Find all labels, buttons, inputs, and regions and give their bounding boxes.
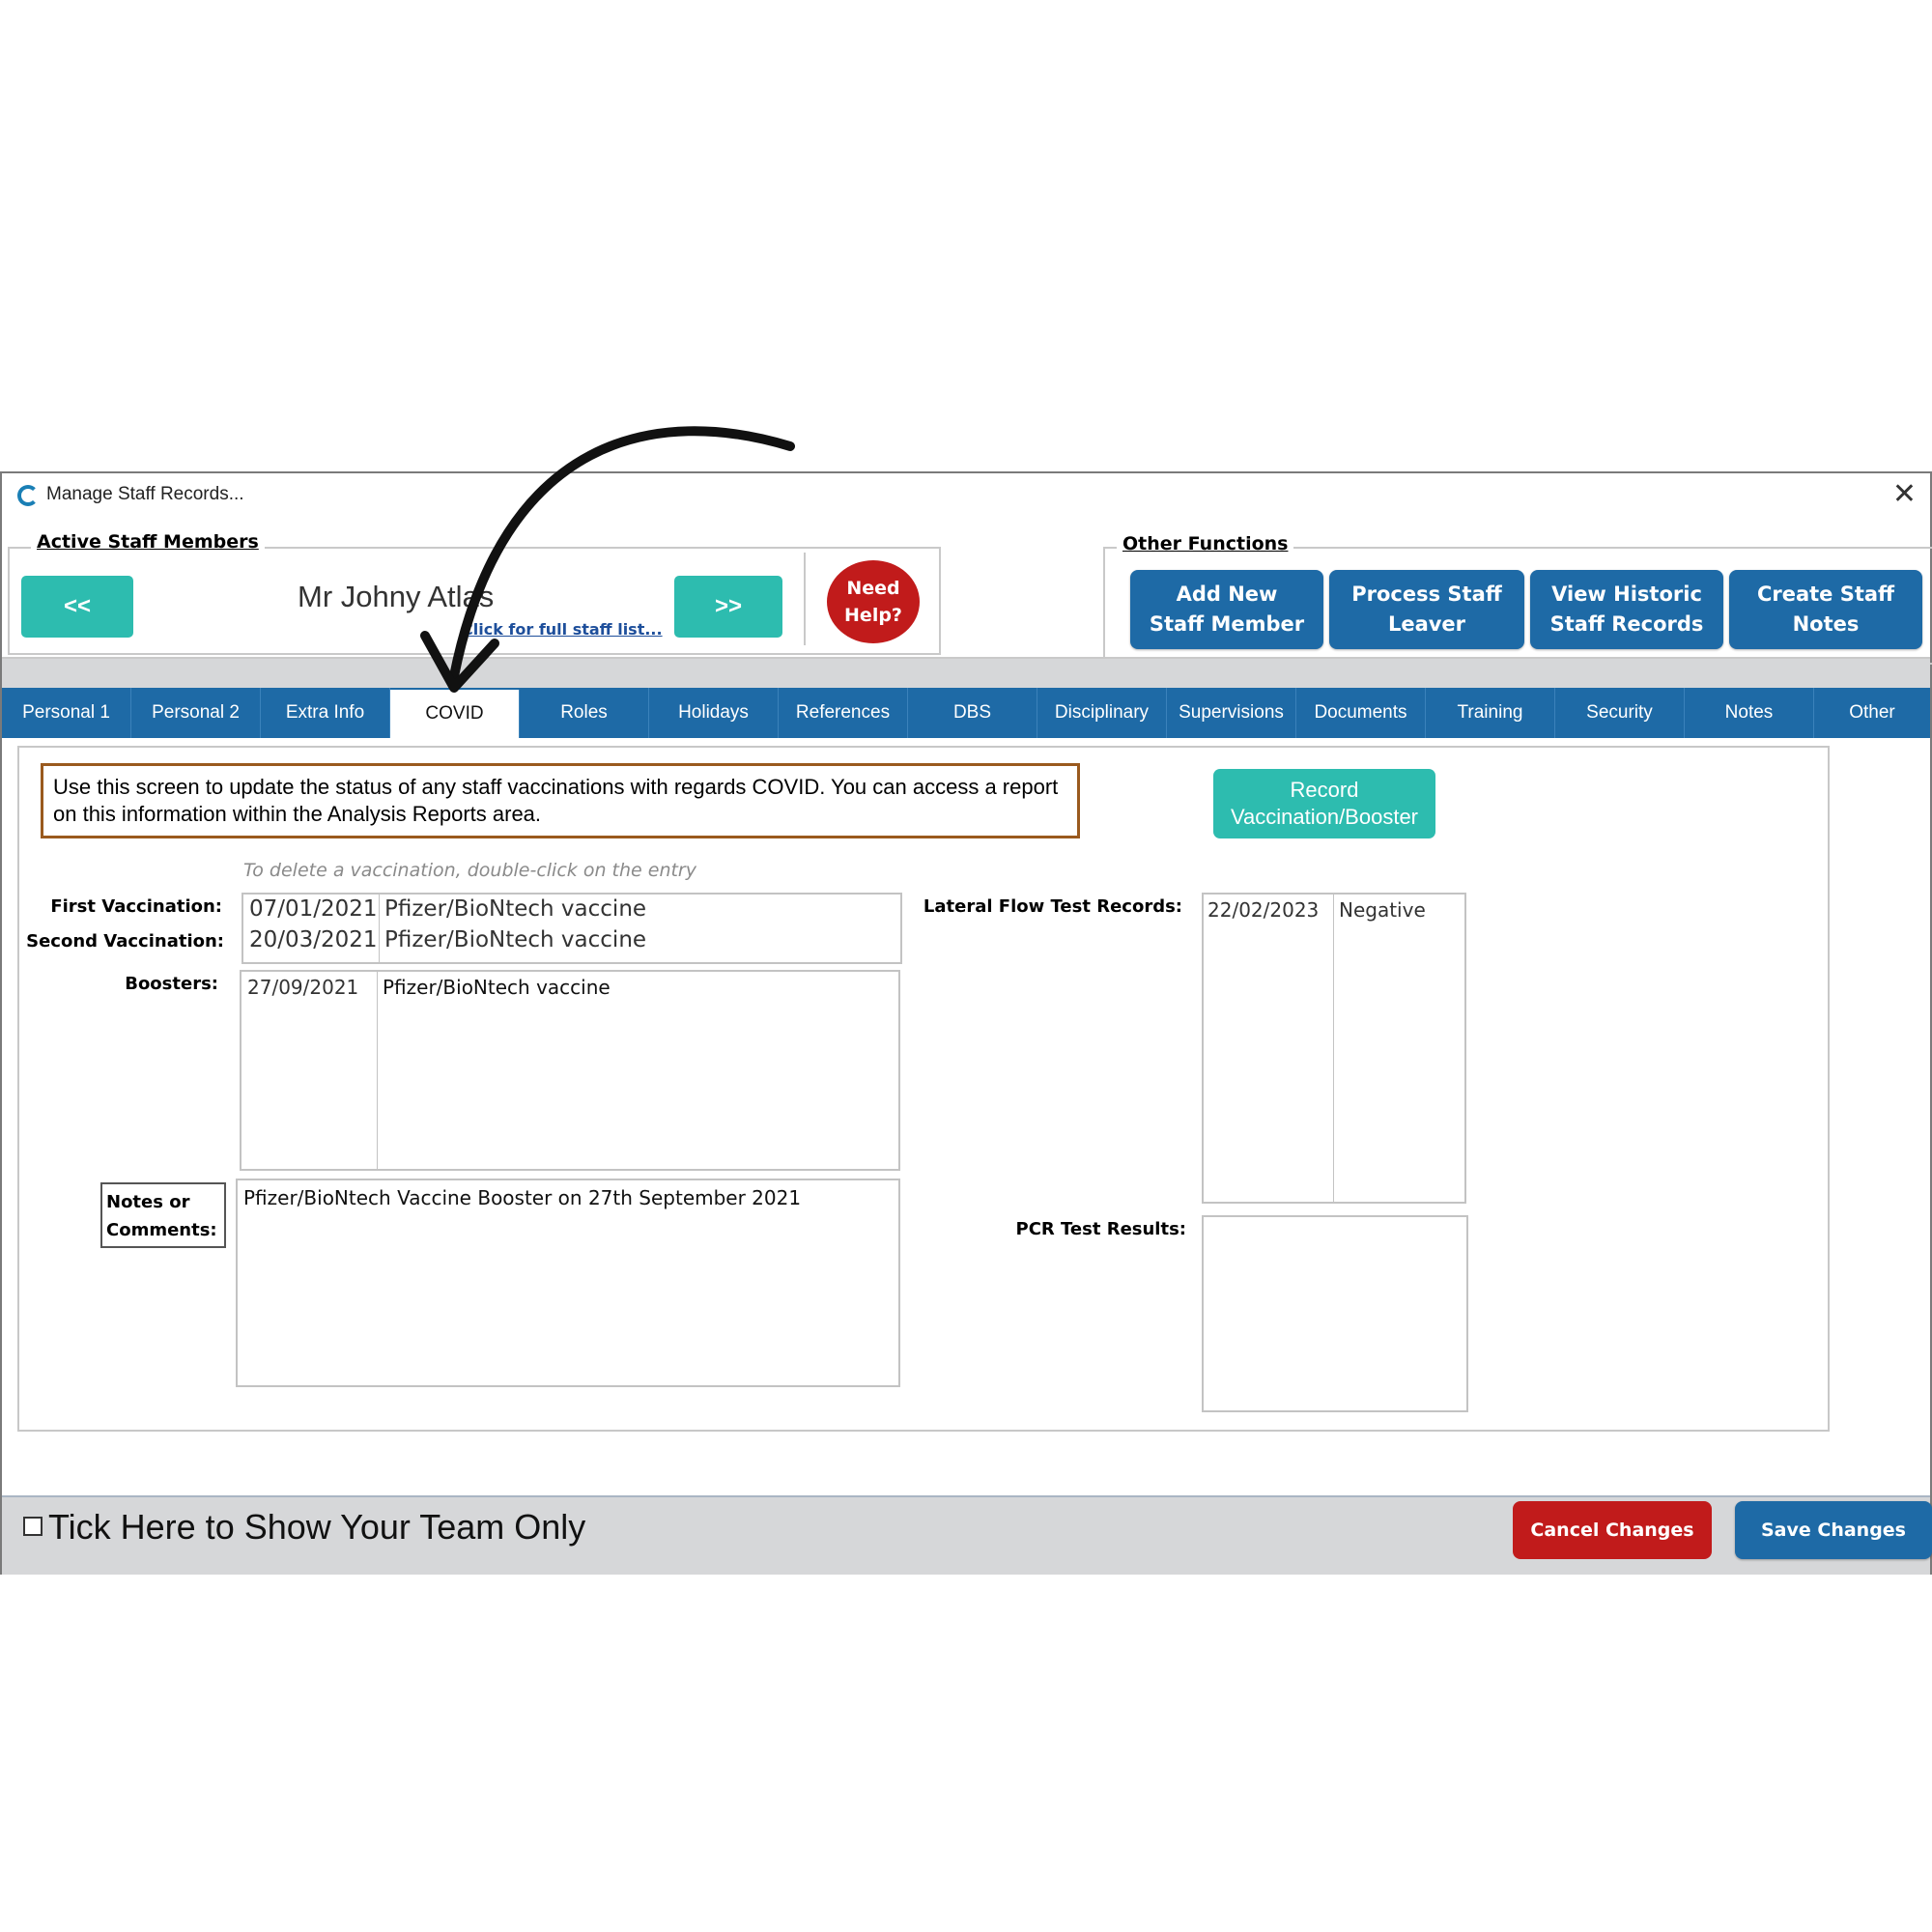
annotation-arrow-icon (420, 426, 795, 693)
